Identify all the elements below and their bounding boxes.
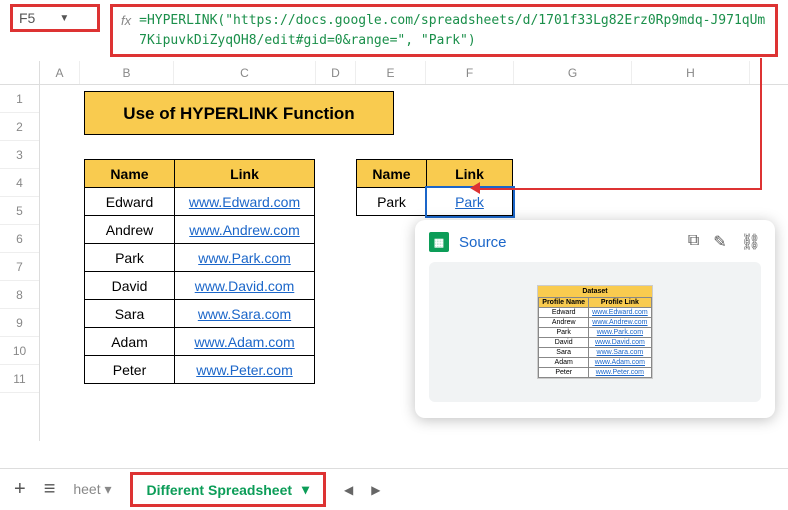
column-header[interactable]: D: [316, 61, 356, 84]
copy-icon[interactable]: ⧉: [688, 232, 699, 252]
table-row: Sarawww.Sara.com: [85, 300, 315, 328]
table-row: Davidwww.David.com: [85, 272, 315, 300]
row-header[interactable]: 2: [0, 113, 39, 141]
column-header[interactable]: G: [514, 61, 632, 84]
cell-name: Edward: [85, 188, 175, 216]
all-sheets-button[interactable]: ≡: [44, 478, 56, 501]
row-headers: 1234567891011: [0, 61, 40, 441]
cell-link[interactable]: www.David.com: [175, 272, 315, 300]
result-header-name: Name: [357, 160, 427, 188]
table-row: Parkwww.Park.com: [85, 244, 315, 272]
fx-icon: fx: [121, 11, 131, 28]
cell-name: David: [85, 272, 175, 300]
row-header[interactable]: 10: [0, 337, 39, 365]
name-box-value: F5: [19, 10, 35, 26]
annotation-arrowhead: [470, 182, 480, 194]
column-header[interactable]: F: [426, 61, 514, 84]
column-header[interactable]: C: [174, 61, 316, 84]
table-row: Andrewwww.Andrew.com: [85, 216, 315, 244]
title-banner: Use of HYPERLINK Function: [84, 91, 394, 135]
row-header[interactable]: 5: [0, 197, 39, 225]
row-header[interactable]: 9: [0, 309, 39, 337]
cell-link[interactable]: www.Sara.com: [175, 300, 315, 328]
add-sheet-button[interactable]: +: [14, 478, 26, 501]
cell-name: Peter: [85, 356, 175, 384]
result-name: Park: [357, 188, 427, 216]
column-header[interactable]: H: [632, 61, 750, 84]
tab-next-button[interactable]: ▶: [371, 483, 380, 497]
cell-name: Adam: [85, 328, 175, 356]
cell-name: Sara: [85, 300, 175, 328]
column-header[interactable]: B: [80, 61, 174, 84]
link-preview-card: ▦ Source ⧉ ✎ ⛓ Dataset Profile NameProfi…: [415, 220, 775, 418]
header-name: Name: [85, 160, 175, 188]
column-header[interactable]: A: [40, 61, 80, 84]
cell-name: Park: [85, 244, 175, 272]
table-row: Adamwww.Adam.com: [85, 328, 315, 356]
sheet-tab-bar: + ≡ heet ▾ Different Spreadsheet ▾ ◀ ▶: [0, 468, 788, 510]
cell-name: Andrew: [85, 216, 175, 244]
cell-link[interactable]: www.Edward.com: [175, 188, 315, 216]
row-header[interactable]: 3: [0, 141, 39, 169]
tab-prev-button[interactable]: ◀: [344, 483, 353, 497]
cell-link[interactable]: www.Adam.com: [175, 328, 315, 356]
unlink-icon[interactable]: ⛓: [741, 232, 761, 252]
cell-link[interactable]: www.Peter.com: [175, 356, 315, 384]
formula-text: =HYPERLINK("https://docs.google.com/spre…: [139, 11, 767, 50]
preview-thumbnail: Dataset Profile NameProfile LinkEdwardww…: [429, 262, 761, 402]
column-header[interactable]: E: [356, 61, 426, 84]
column-headers: ABCDEFGH: [40, 61, 788, 85]
edit-icon[interactable]: ✎: [713, 232, 726, 252]
formula-bar[interactable]: fx =HYPERLINK("https://docs.google.com/s…: [110, 4, 778, 57]
row-header[interactable]: 1: [0, 85, 39, 113]
annotation-arrow: [760, 58, 762, 188]
table-row: Edwardwww.Edward.com: [85, 188, 315, 216]
sheet-tab-truncated[interactable]: heet ▾: [73, 481, 111, 498]
sheets-icon: ▦: [429, 232, 449, 252]
row-header[interactable]: 8: [0, 281, 39, 309]
row-header[interactable]: 11: [0, 365, 39, 393]
cell-link[interactable]: www.Park.com: [175, 244, 315, 272]
name-box[interactable]: F5 ▼: [10, 4, 100, 32]
chevron-down-icon: ▼: [59, 13, 69, 24]
cell-link[interactable]: www.Andrew.com: [175, 216, 315, 244]
active-sheet-tab[interactable]: Different Spreadsheet ▾: [130, 472, 327, 507]
table-row: Peterwww.Peter.com: [85, 356, 315, 384]
header-link: Link: [175, 160, 315, 188]
row-header[interactable]: 4: [0, 169, 39, 197]
preview-title[interactable]: Source: [459, 234, 678, 251]
row-header[interactable]: 6: [0, 225, 39, 253]
chevron-down-icon: ▾: [302, 481, 309, 498]
annotation-arrow: [474, 188, 762, 190]
row-header[interactable]: 7: [0, 253, 39, 281]
data-table: Name Link Edwardwww.Edward.comAndrewwww.…: [84, 159, 315, 384]
